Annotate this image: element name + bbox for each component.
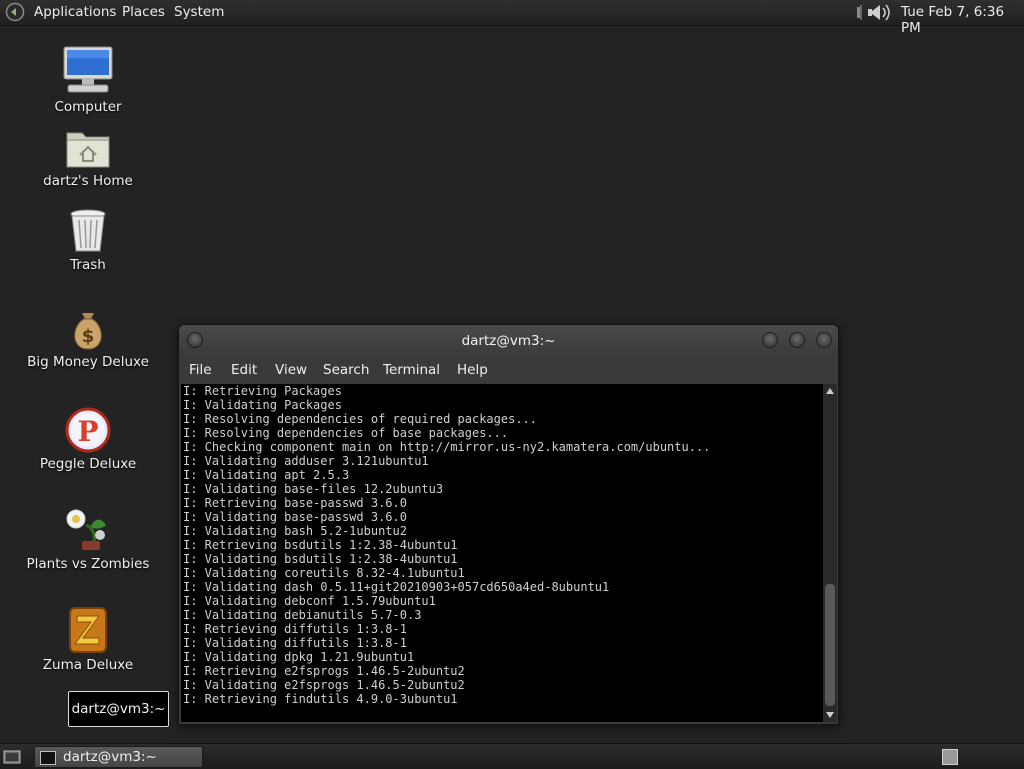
menu-system[interactable]: System [174,4,224,20]
output-line: I: Validating bash 5.2-1ubuntu2 [183,524,407,538]
terminal-output[interactable]: I: Retrieving Packages I: Validating Pac… [181,384,823,722]
output-line: I: Retrieving e2fsprogs 1.46.5-2ubuntu2 [183,664,465,678]
output-line: I: Validating adduser 3.121ubuntu1 [183,454,429,468]
desktop-icon-label: Plants vs Zombies [26,556,150,572]
menu-view[interactable]: View [275,362,307,378]
workspace-switcher[interactable] [942,749,958,765]
output-line: I: Retrieving Packages [183,384,342,398]
money-bag-icon: $ [74,313,102,350]
output-line: I: Validating base-passwd 3.6.0 [183,510,407,524]
terminal-menubar: File Edit View Search Terminal Help [179,357,838,384]
maximize-button[interactable] [789,332,805,348]
taskbar-button-label: dartz@vm3:~ [63,749,157,765]
show-desktop-icon[interactable] [3,748,21,765]
output-line: I: Resolving dependencies of base packag… [183,426,509,440]
zuma-icon [69,607,107,653]
output-line: I: Retrieving base-passwd 3.6.0 [183,496,407,510]
output-line: I: Retrieving bsdutils 1:2.38-4ubuntu1 [183,538,458,552]
output-line: I: Validating debianutils 5.7-0.3 [183,608,422,622]
desktop-icon-trash[interactable]: Trash [8,208,168,273]
output-line: I: Validating bsdutils 1:2.38-4ubuntu1 [183,552,458,566]
bottom-panel: dartz@vm3:~ [0,743,1024,769]
menu-help[interactable]: Help [457,362,488,378]
output-line: I: Retrieving findutils 4.9.0-3ubuntu1 [183,692,458,706]
minimize-button[interactable] [762,332,778,348]
peggle-icon: P [65,407,111,453]
close-button[interactable] [816,332,832,348]
scroll-down-arrow-icon[interactable] [826,712,834,718]
output-line: I: Validating debconf 1.5.79ubuntu1 [183,594,436,608]
tooltip-text: dartz@vm3:~ [71,701,166,717]
output-line: I: Checking component main on http://mir… [183,440,711,454]
tooltip: dartz@vm3:~ [68,691,169,727]
svg-text:P: P [77,415,98,448]
trash-icon [70,209,106,252]
plants-vs-zombies-icon [66,509,106,550]
output-line: I: Retrieving diffutils 1:3.8-1 [183,622,407,636]
desktop-icon-computer[interactable]: Computer [8,46,168,115]
desktop-icon-zuma[interactable]: Zuma Deluxe [8,606,168,673]
terminal-window[interactable]: dartz@vm3:~ File Edit View Search Termin… [178,324,839,725]
volume-speaker-icon[interactable] [856,2,894,23]
window-title: dartz@vm3:~ [461,333,556,349]
taskbar-terminal-button[interactable]: dartz@vm3:~ [34,746,203,768]
menu-terminal[interactable]: Terminal [383,362,440,378]
home-folder-icon [66,132,110,168]
desktop-icon-label: dartz's Home [43,173,133,189]
desktop-icon-plants-vs-zombies[interactable]: Plants vs Zombies [8,507,168,572]
desktop-icon-label: Zuma Deluxe [42,657,134,673]
menu-places[interactable]: Places [122,4,165,20]
output-line: I: Validating diffutils 1:3.8-1 [183,636,407,650]
scrollbar-thumb[interactable] [825,584,835,706]
output-line: I: Validating base-files 12.2ubuntu3 [183,482,444,496]
terminal-scrollbar[interactable] [823,384,837,722]
desktop-icon-big-money[interactable]: $ Big Money Deluxe [8,309,168,370]
computer-icon [63,46,113,93]
scroll-up-arrow-icon[interactable] [826,388,834,394]
menu-applications[interactable]: Applications [34,4,116,20]
output-line: I: Validating apt 2.5.3 [183,468,350,482]
svg-text:$: $ [82,326,95,347]
output-line: I: Validating e2fsprogs 1.46.5-2ubuntu2 [183,678,465,692]
menu-file[interactable]: File [189,362,212,378]
terminal-icon [40,751,56,765]
output-line: I: Validating Packages [183,398,342,412]
output-line: I: Validating coreutils 8.32-4.1ubuntu1 [183,566,465,580]
clock[interactable]: Tue Feb 7, 6:36 PM [901,4,1024,36]
output-line: I: Resolving dependencies of required pa… [183,412,538,426]
desktop-icon-label: Peggle Deluxe [39,456,137,472]
desktop-icon-label: Trash [70,257,106,273]
menu-search[interactable]: Search [323,362,369,378]
main-menu-logo-icon[interactable] [5,2,25,22]
desktop-icon-home[interactable]: dartz's Home [8,128,168,189]
output-line: I: Validating dash 0.5.11+git20210903+05… [183,580,610,594]
top-panel: Applications Places System Tue Feb 7, 6:… [0,0,1024,36]
output-line: I: Validating dpkg 1.21.9ubuntu1 [183,650,415,664]
desktop-icon-peggle[interactable]: P Peggle Deluxe [8,407,168,472]
window-titlebar[interactable]: dartz@vm3:~ [179,325,838,357]
desktop-icon-label: Computer [54,99,122,115]
menu-edit[interactable]: Edit [231,362,257,378]
desktop-icon-label: Big Money Deluxe [27,354,149,370]
